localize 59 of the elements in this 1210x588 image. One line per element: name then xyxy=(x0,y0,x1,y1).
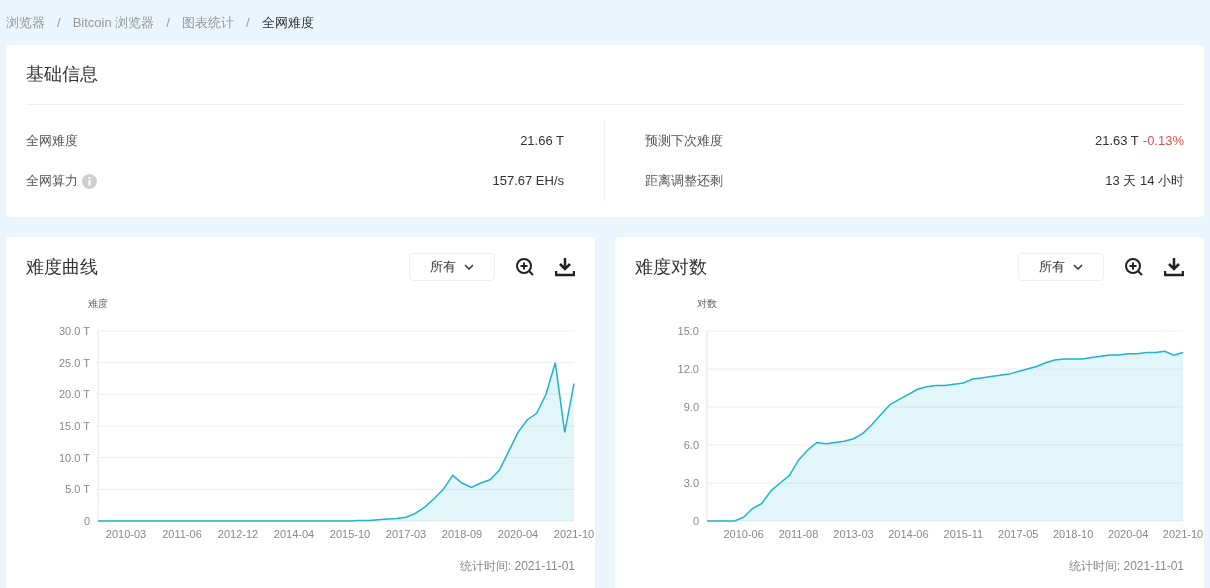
axis-tick-label: 2017-05 xyxy=(998,528,1039,540)
axis-tick-label: 9.0 xyxy=(683,401,699,413)
stat-label: 全网难度 xyxy=(26,132,78,151)
breadcrumb-separator: / xyxy=(245,13,250,32)
stat-label: 预测下次难度 xyxy=(645,132,723,151)
axis-tick-label: 2018-10 xyxy=(1052,528,1094,540)
axis-tick-label: 0 xyxy=(83,515,90,527)
stat-value: 21.66 T xyxy=(520,132,564,151)
axis-tick-label: 25.0 T xyxy=(59,356,90,369)
stat-value: 157.67 EH/s xyxy=(492,172,564,191)
stat-label: 全网算力 xyxy=(26,172,78,191)
axis-tick-label: 2017-03 xyxy=(385,528,427,540)
axis-tick-label: 2011-08 xyxy=(778,528,819,540)
chevron-down-icon xyxy=(464,264,474,270)
range-dropdown[interactable]: 所有 xyxy=(1018,253,1104,281)
axis-tick-label: 2014-06 xyxy=(888,528,929,540)
stat-value: 21.63 T xyxy=(1094,132,1139,151)
axis-tick-label: 0 xyxy=(692,515,699,527)
stat-value: 13 天 14 小时 xyxy=(1105,172,1184,191)
axis-title: 难度 xyxy=(88,298,108,309)
card-title: 难度对数 xyxy=(635,255,707,279)
axis-tick-label: 2021-10 xyxy=(553,528,595,540)
axis-tick-label: 3.0 xyxy=(683,477,699,489)
axis-tick-label: 2020-04 xyxy=(497,528,539,540)
axis-tick-label: 2015-11 xyxy=(943,528,984,540)
axis-tick-label: 15.0 xyxy=(677,325,699,337)
breadcrumb-separator: / xyxy=(166,13,170,32)
axis-tick-label: 2015-10 xyxy=(329,528,371,540)
footnote: 统计时间: 2021-11-01 xyxy=(459,558,575,575)
axis-tick-label: 2021-10 xyxy=(1162,528,1204,540)
breadcrumb-separator: / xyxy=(57,13,61,32)
axis-tick-label: 5.0 T xyxy=(65,483,90,496)
axis-tick-label: 20.0 T xyxy=(59,388,90,401)
axis-tick-label: 2012-12 xyxy=(217,528,259,540)
footnote: 统计时间: 2021-11-01 xyxy=(1068,558,1184,575)
change-value: -0.13% xyxy=(1142,132,1184,151)
axis-tick-label: 6.0 xyxy=(683,439,699,451)
download-icon[interactable] xyxy=(1164,257,1184,277)
axis-tick-label: 2020-04 xyxy=(1107,528,1149,540)
axis-tick-label: 2011-06 xyxy=(162,528,202,540)
axis-tick-label: 2010-03 xyxy=(105,528,147,540)
zoom-in-icon[interactable] xyxy=(1124,257,1144,277)
stat-label: 距离调整还剩 xyxy=(645,172,723,191)
axis-tick-label: 12.0 xyxy=(677,363,699,375)
axis-tick-label: 2014-04 xyxy=(273,528,315,540)
breadcrumb-link[interactable]: 全网难度 xyxy=(261,12,314,33)
card-title: 难度曲线 xyxy=(26,255,98,279)
card-title: 基础信息 xyxy=(26,45,1184,105)
axis-tick-label: 10.0 T xyxy=(59,451,90,464)
zoom-in-icon[interactable] xyxy=(515,257,535,277)
axis-tick-label: 2013-03 xyxy=(833,528,874,540)
download-icon[interactable] xyxy=(555,257,575,277)
chevron-down-icon xyxy=(1073,264,1083,270)
axis-tick-label: 2010-06 xyxy=(723,528,764,540)
range-dropdown[interactable]: 所有 xyxy=(409,253,495,281)
axis-title: 对数 xyxy=(697,298,717,309)
axis-tick-label: 30.0 T xyxy=(59,325,90,337)
axis-tick-label: 15.0 T xyxy=(59,420,90,432)
axis-tick-label: 2018-09 xyxy=(441,528,483,540)
